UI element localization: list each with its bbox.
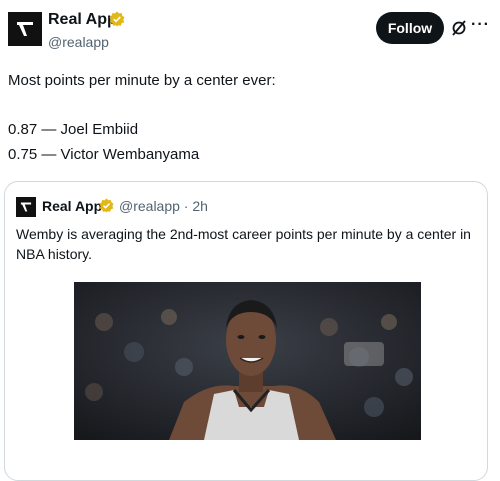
tweet-text-line: 0.75 — Victor Wembanyama — [8, 146, 200, 163]
quote-author-name: Real App — [42, 198, 103, 214]
logo-icon — [20, 202, 32, 212]
verified-badge-icon — [99, 198, 114, 218]
avatar[interactable] — [8, 12, 42, 46]
tweet-text-line: 0.87 — Joel Embiid — [8, 121, 139, 138]
verified-badge-icon — [109, 11, 125, 32]
logo-icon — [17, 22, 33, 36]
quote-text: Wemby is averaging the 2nd-most career p… — [16, 226, 471, 262]
tweet-text-line: Most points per minute by a center ever: — [8, 72, 276, 89]
more-icon[interactable]: ··· — [471, 16, 490, 34]
author-name[interactable]: Real App — [48, 11, 117, 29]
quote-avatar — [16, 197, 36, 217]
media-image[interactable] — [74, 282, 421, 440]
grok-icon[interactable] — [451, 19, 467, 42]
follow-button[interactable]: Follow — [376, 12, 444, 44]
author-handle[interactable]: @realapp — [48, 34, 109, 50]
quote-handle-time: @realapp · 2h — [119, 198, 208, 214]
